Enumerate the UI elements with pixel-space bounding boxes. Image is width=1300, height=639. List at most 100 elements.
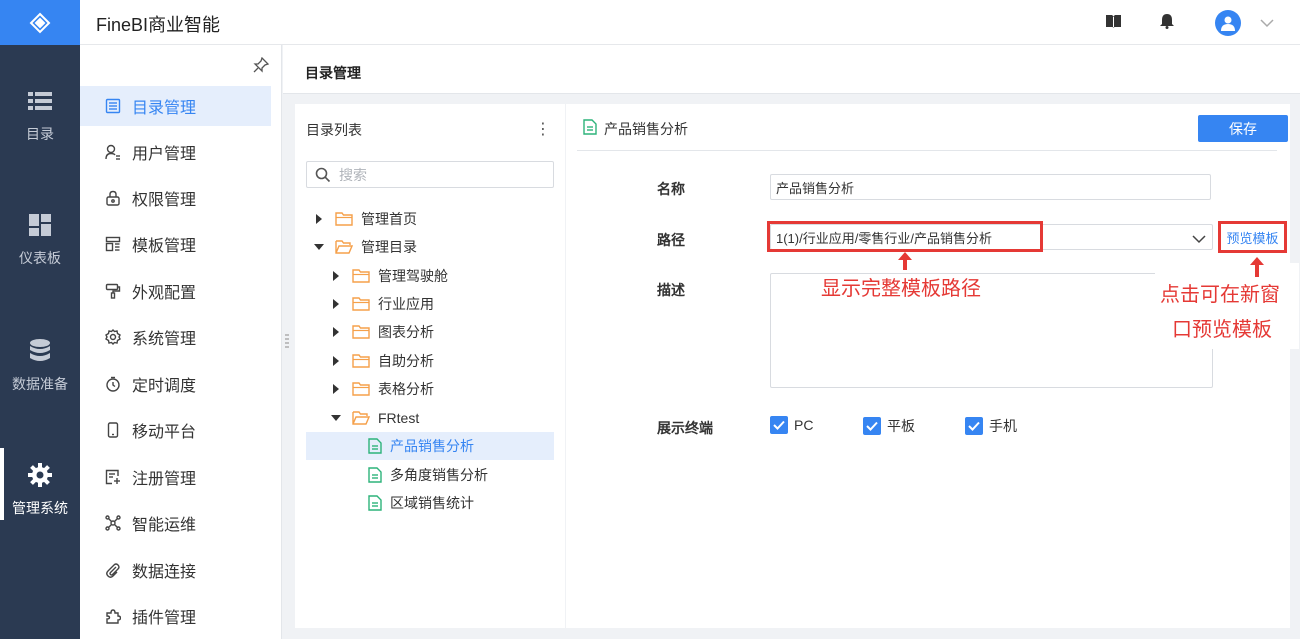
terminal-checkbox-pc[interactable]: PC xyxy=(770,416,813,434)
caret-right-icon[interactable] xyxy=(330,298,342,310)
rail-label: 管理系统 xyxy=(12,500,68,516)
rail-item-data-prep[interactable]: 数据准备 xyxy=(0,336,80,394)
subnav-item-data-connection[interactable]: 数据连接 xyxy=(80,550,271,590)
document-icon xyxy=(368,438,382,454)
subnav-label: 用户管理 xyxy=(132,146,197,163)
caret-right-icon[interactable] xyxy=(330,270,342,282)
more-icon[interactable]: ⋮ xyxy=(535,119,551,139)
app-rail: 目录 仪表板 数据准备 管理系统 xyxy=(0,0,80,639)
folder-icon xyxy=(352,382,370,396)
subnav-label: 数据连接 xyxy=(132,564,197,581)
top-header: FineBI商业智能 xyxy=(80,0,1300,45)
tree-label: FRtest xyxy=(378,410,420,426)
book-icon[interactable] xyxy=(1105,13,1122,34)
caret-down-icon[interactable] xyxy=(330,412,342,424)
subnav-item-system[interactable]: 系统管理 xyxy=(80,317,271,357)
subnav-item-mobile[interactable]: 移动平台 xyxy=(80,410,271,450)
subnav-label: 定时调度 xyxy=(132,378,197,395)
path-label: 路径 xyxy=(657,232,685,248)
subnav-item-permissions[interactable]: 权限管理 xyxy=(80,178,271,218)
tree-item-folder[interactable]: 图表分析 xyxy=(330,318,554,346)
avatar[interactable] xyxy=(1215,10,1241,36)
rail-label: 目录 xyxy=(26,126,54,142)
pin-icon[interactable] xyxy=(253,56,270,78)
tree-item-file[interactable]: 区域销售统计 xyxy=(368,489,554,517)
tree-item-folder[interactable]: 管理目录 xyxy=(313,233,553,261)
name-field[interactable]: 产品销售分析 xyxy=(770,174,1211,200)
document-icon xyxy=(368,467,382,483)
tree-item-folder[interactable]: 表格分析 xyxy=(330,375,554,403)
search-box[interactable] xyxy=(306,161,554,188)
document-icon xyxy=(583,119,597,140)
checkmark-icon xyxy=(863,417,881,435)
settings-icon xyxy=(102,329,124,345)
bell-icon[interactable] xyxy=(1160,13,1174,34)
folder-icon xyxy=(352,325,370,339)
tree-label: 区域销售统计 xyxy=(390,495,474,511)
caret-down-icon[interactable] xyxy=(313,241,325,253)
directory-panel: 目录列表 ⋮ 管理首页 管理目录 管理驾驶舱 行业应用 图表分析 自助分析 表格… xyxy=(295,104,565,628)
subnav-item-catalog[interactable]: 目录管理 xyxy=(80,86,271,126)
terminal-label: 展示终端 xyxy=(657,420,713,436)
tree-item-folder[interactable]: 管理首页 xyxy=(313,205,553,233)
checkbox-label: 手机 xyxy=(989,418,1017,434)
tree-item-file[interactable]: 多角度销售分析 xyxy=(368,461,554,489)
folder-icon xyxy=(352,354,370,368)
catalog-icon xyxy=(102,98,124,114)
preview-annotation-line1: 点击可在新窗 xyxy=(1160,284,1280,306)
checkmark-icon xyxy=(965,417,983,435)
logo[interactable] xyxy=(0,0,80,45)
link-icon xyxy=(102,562,124,578)
preview-template-link[interactable]: 预览模板 xyxy=(1218,221,1287,253)
tree-item-folder[interactable]: 行业应用 xyxy=(330,290,554,318)
edit-header: 产品销售分析 保存 xyxy=(577,104,1288,151)
subnav-label: 模板管理 xyxy=(132,238,197,255)
path-highlight-box xyxy=(767,221,1043,252)
tree-item-folder[interactable]: 管理驾驶舱 xyxy=(330,262,554,290)
subnav-label: 移动平台 xyxy=(132,424,197,441)
subnav-item-appearance[interactable]: 外观配置 xyxy=(80,271,271,311)
chevron-down-icon[interactable] xyxy=(1260,15,1274,33)
search-icon xyxy=(315,167,331,183)
admin-subnav: 目录管理 用户管理 权限管理 模板管理 外观配置 系统管理 定时调度 移动平台 … xyxy=(80,45,282,639)
subnav-item-schedule[interactable]: 定时调度 xyxy=(80,364,271,404)
rail-label: 仪表板 xyxy=(19,250,61,266)
terminal-checkbox-tablet[interactable]: 平板 xyxy=(863,416,915,436)
subnav-label: 插件管理 xyxy=(132,610,197,627)
subnav-item-ops[interactable]: 智能运维 xyxy=(80,503,271,543)
subnav-item-plugins[interactable]: 插件管理 xyxy=(80,596,271,636)
rail-item-catalog[interactable]: 目录 xyxy=(0,86,80,144)
page-title: 目录管理 xyxy=(305,65,361,81)
caret-right-icon[interactable] xyxy=(313,213,325,225)
dashboard-icon xyxy=(29,210,51,240)
search-input[interactable] xyxy=(339,166,539,183)
brush-icon xyxy=(102,283,124,299)
lock-icon xyxy=(102,190,124,206)
rail-item-dashboard[interactable]: 仪表板 xyxy=(0,210,80,268)
folder-icon xyxy=(352,269,370,283)
checkmark-icon xyxy=(770,416,788,434)
checkbox-label: PC xyxy=(794,417,814,433)
template-icon xyxy=(102,236,124,252)
description-label: 描述 xyxy=(657,282,685,298)
caret-right-icon[interactable] xyxy=(330,383,342,395)
subnav-item-templates[interactable]: 模板管理 xyxy=(80,224,271,264)
caret-right-icon[interactable] xyxy=(330,326,342,338)
folder-open-icon xyxy=(335,240,353,254)
terminal-checkbox-phone[interactable]: 手机 xyxy=(965,416,1017,436)
list-icon xyxy=(28,86,52,116)
rail-label: 数据准备 xyxy=(12,376,68,392)
user-icon xyxy=(102,144,124,160)
edit-panel: 产品销售分析 保存 名称 产品销售分析 路径 1(1)/行业应用/零售行业/产品… xyxy=(566,104,1290,628)
subnav-item-users[interactable]: 用户管理 xyxy=(80,132,271,172)
tree-item-file[interactable]: 产品销售分析 xyxy=(306,432,554,460)
tree-item-folder[interactable]: FRtest xyxy=(330,404,554,432)
tree-label: 表格分析 xyxy=(378,381,434,397)
subnav-item-registration[interactable]: 注册管理 xyxy=(80,457,271,497)
caret-right-icon[interactable] xyxy=(330,355,342,367)
tree-item-folder[interactable]: 自助分析 xyxy=(330,347,554,375)
resize-handle[interactable] xyxy=(285,334,289,351)
rail-item-admin[interactable]: 管理系统 xyxy=(0,448,80,520)
app-title: FineBI商业智能 xyxy=(96,15,221,35)
save-button[interactable]: 保存 xyxy=(1198,115,1288,142)
